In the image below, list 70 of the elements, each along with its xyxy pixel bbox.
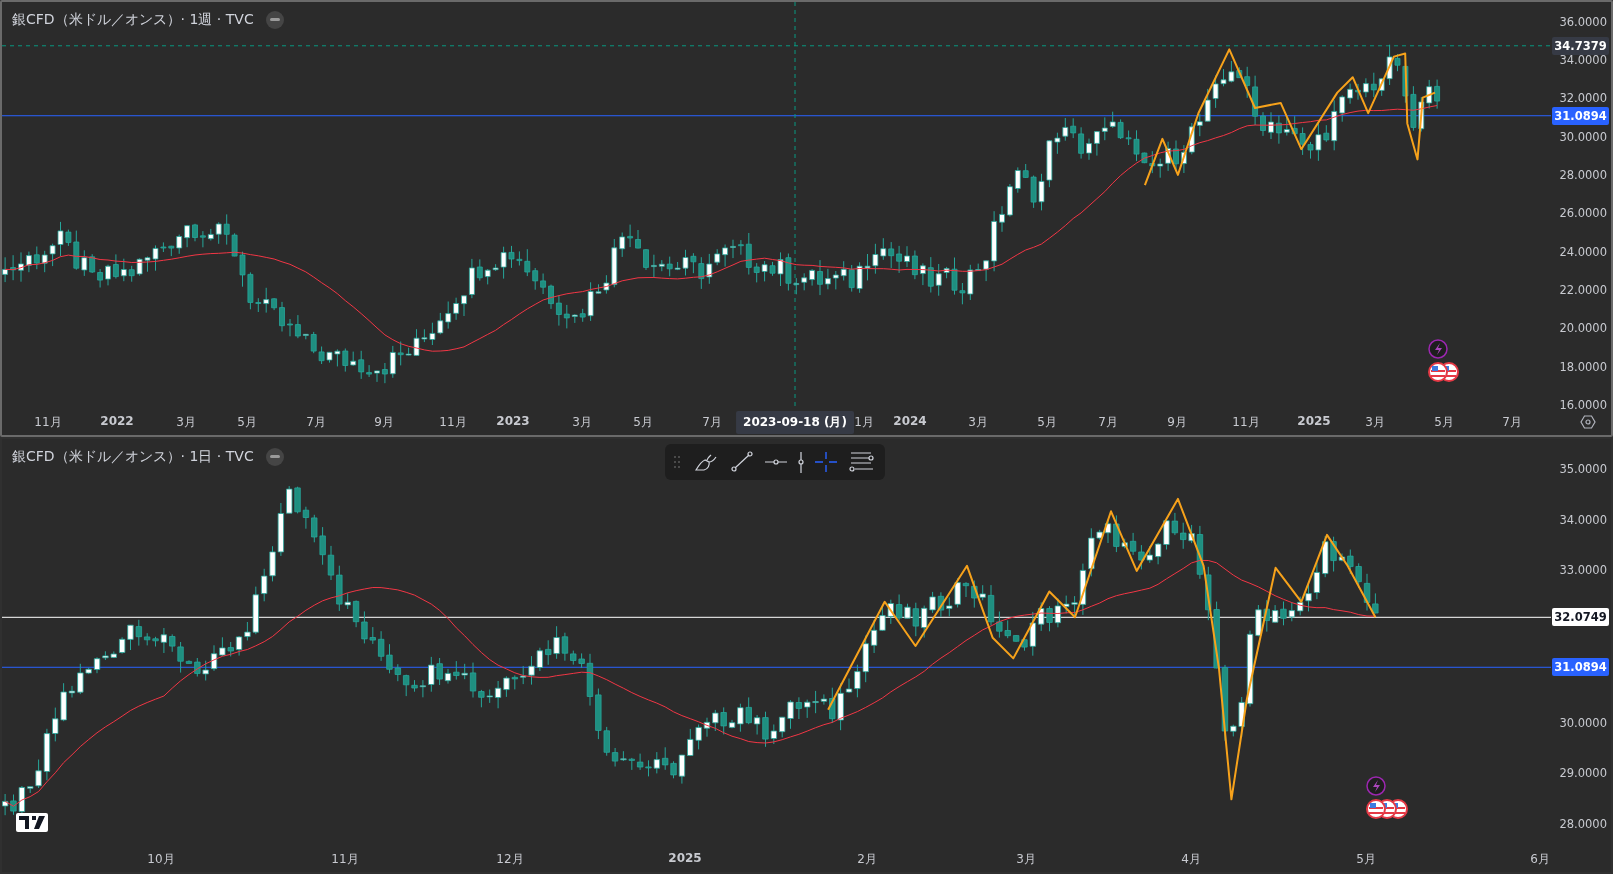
time-label: 11月 — [1232, 414, 1260, 431]
lightning-icon[interactable] — [1366, 776, 1386, 796]
price-marker: 34.7379 — [1552, 36, 1609, 55]
price-label: 22.0000 — [1559, 281, 1607, 298]
time-label: 2025 — [1297, 414, 1331, 428]
flag-icon[interactable] — [1366, 799, 1386, 819]
time-label: 2022 — [100, 414, 134, 428]
time-label: 9月 — [374, 414, 394, 431]
time-label: 1月 — [854, 414, 874, 431]
time-label: 3月 — [968, 414, 988, 431]
time-label: 10月 — [147, 851, 175, 868]
crosshair-date-label: 2023-09-18 (月) — [736, 411, 854, 434]
price-label: 35.0000 — [1559, 461, 1607, 477]
time-label: 7月 — [1502, 414, 1522, 431]
parallel-lines-icon — [848, 451, 874, 473]
minus-icon — [269, 455, 280, 459]
vertical-line-icon — [798, 451, 804, 473]
price-label: 18.0000 — [1559, 358, 1607, 375]
time-label: 4月 — [1181, 851, 1201, 868]
price-marker: 32.0749 — [1552, 608, 1609, 627]
chart-title: 銀CFD（米ドル／オンス）· 1週 · TVC — [12, 11, 254, 29]
time-label: 5月 — [1037, 414, 1057, 431]
price-label: 28.0000 — [1559, 815, 1607, 832]
time-label: 5月 — [237, 414, 257, 431]
minus-icon — [269, 18, 280, 22]
price-label: 33.0000 — [1559, 562, 1607, 579]
horizontal-ray-icon — [764, 459, 788, 465]
price-label: 26.0000 — [1559, 205, 1607, 222]
time-label: 11月 — [34, 414, 62, 431]
price-label: 29.0000 — [1559, 765, 1607, 782]
trend-line-icon — [730, 451, 754, 473]
time-label: 2025 — [668, 851, 702, 865]
time-label: 11月 — [331, 851, 359, 868]
chart-title: 銀CFD（米ドル／オンス）· 1日 · TVC — [12, 448, 254, 466]
time-label: 7月 — [1098, 414, 1118, 431]
crosshair-icon — [814, 451, 838, 473]
price-label: 30.0000 — [1559, 128, 1607, 145]
time-label: 6月 — [1530, 851, 1550, 868]
logo-icon — [16, 813, 48, 832]
price-label: 24.0000 — [1559, 243, 1607, 260]
price-label: 20.0000 — [1559, 320, 1607, 337]
time-label: 7月 — [306, 414, 326, 431]
time-label: 3月 — [1016, 851, 1036, 868]
price-label: 30.0000 — [1559, 714, 1607, 731]
flag-icon[interactable] — [1428, 362, 1448, 382]
collapse-button[interactable] — [265, 11, 284, 29]
drag-handle-icon[interactable] — [673, 455, 681, 469]
price-marker: 31.0894 — [1552, 106, 1609, 125]
lightning-icon[interactable] — [1428, 339, 1448, 359]
price-label: 36.0000 — [1559, 13, 1607, 30]
price-label: 28.0000 — [1559, 166, 1607, 183]
price-marker: 31.0894 — [1552, 658, 1609, 677]
time-label: 5月 — [633, 414, 653, 431]
time-label: 12月 — [496, 851, 524, 868]
price-label: 32.0000 — [1559, 90, 1607, 107]
time-label: 2024 — [893, 414, 927, 428]
settings-icon[interactable] — [1580, 414, 1596, 430]
time-label: 3月 — [572, 414, 592, 431]
time-label: 5月 — [1356, 851, 1376, 868]
price-label: 16.0000 — [1559, 397, 1607, 413]
time-label: 2023 — [496, 414, 530, 428]
time-label: 5月 — [1434, 414, 1454, 431]
time-label: 7月 — [702, 414, 722, 431]
collapse-button[interactable] — [265, 448, 284, 466]
time-label: 3月 — [1365, 414, 1385, 431]
time-label: 9月 — [1167, 414, 1187, 431]
price-label: 34.0000 — [1559, 511, 1607, 528]
time-label: 2月 — [857, 851, 877, 868]
time-label: 11月 — [439, 414, 467, 431]
time-label: 3月 — [176, 414, 196, 431]
